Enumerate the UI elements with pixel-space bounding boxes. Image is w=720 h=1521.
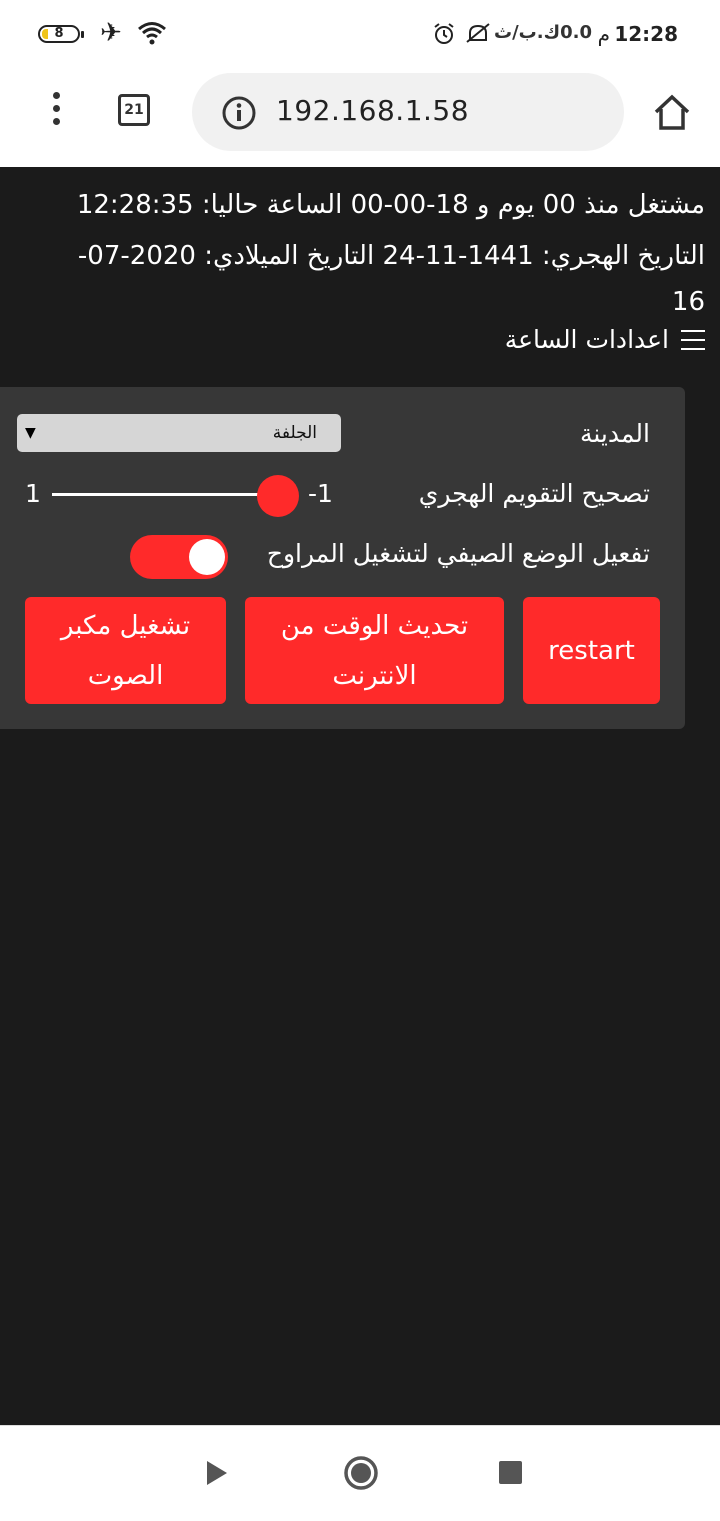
data-speed: 0.0ك.ب/ث [494, 22, 592, 43]
home-nav-icon[interactable] [343, 1455, 379, 1491]
summer-mode-label: تفعيل الوضع الصيفي لتشغيل المراوح [266, 539, 650, 568]
clock: 12:28 [614, 22, 678, 46]
hijri-label: تصحيح التقويم الهجري [418, 479, 650, 508]
back-icon[interactable] [205, 1460, 229, 1486]
clock-settings-toggle[interactable]: اعدادات الساعة [505, 325, 705, 354]
hijri-slider-track[interactable] [52, 493, 272, 496]
page-content: مشتغل منذ 00 يوم و 18-00-00 الساعة حاليا… [0, 167, 720, 1425]
address-bar[interactable]: 192.168.1.58 [192, 73, 624, 151]
menu-icon[interactable] [50, 92, 62, 132]
hijri-value: -1 [308, 479, 333, 508]
hijri-slider-thumb[interactable] [257, 475, 299, 517]
update-time-button[interactable]: تحديث الوقت من الانترنت [245, 597, 504, 704]
speaker-button[interactable]: تشغيل مكبر الصوت [25, 597, 226, 704]
browser-toolbar: 21 192.168.1.58 [0, 70, 720, 167]
info-icon[interactable] [222, 96, 256, 130]
airplane-icon: ✈ [100, 18, 122, 48]
tab-switcher-button[interactable]: 21 [118, 94, 150, 126]
hijri-slider-max: 1 [25, 479, 41, 508]
hamburger-icon[interactable] [681, 329, 705, 350]
url-text[interactable]: 192.168.1.58 [276, 94, 469, 127]
clock-settings-label[interactable]: اعدادات الساعة [505, 325, 669, 354]
status-bar: 8 ✈ 0.0ك.ب/ث م 12:28 [0, 0, 720, 70]
city-value: الجلفة [272, 423, 317, 443]
restart-button[interactable]: restart [523, 597, 660, 704]
home-icon[interactable] [652, 92, 692, 132]
mute-icon [466, 23, 490, 43]
toggle-knob [189, 539, 225, 575]
city-select[interactable]: الجلفة ▼ [17, 414, 341, 452]
summer-mode-toggle[interactable] [130, 535, 228, 579]
battery-level: 8 [54, 26, 64, 41]
city-label: المدينة [579, 419, 650, 448]
system-nav-bar [0, 1425, 720, 1521]
am-pm: م [597, 22, 610, 46]
uptime-text: مشتغل منذ 00 يوم و 18-00-00 الساعة حاليا… [76, 190, 705, 220]
wifi-icon [138, 22, 166, 45]
settings-panel: المدينة الجلفة ▼ تصحيح التقويم الهجري -1… [0, 387, 685, 729]
dates-text: التاريخ الهجري: 1441-11-24 التاريخ الميل… [77, 241, 705, 317]
alarm-icon [434, 23, 454, 44]
recent-apps-icon[interactable] [499, 1461, 522, 1484]
dropdown-arrow-icon: ▼ [25, 425, 36, 441]
battery-icon: 8 [38, 25, 84, 43]
